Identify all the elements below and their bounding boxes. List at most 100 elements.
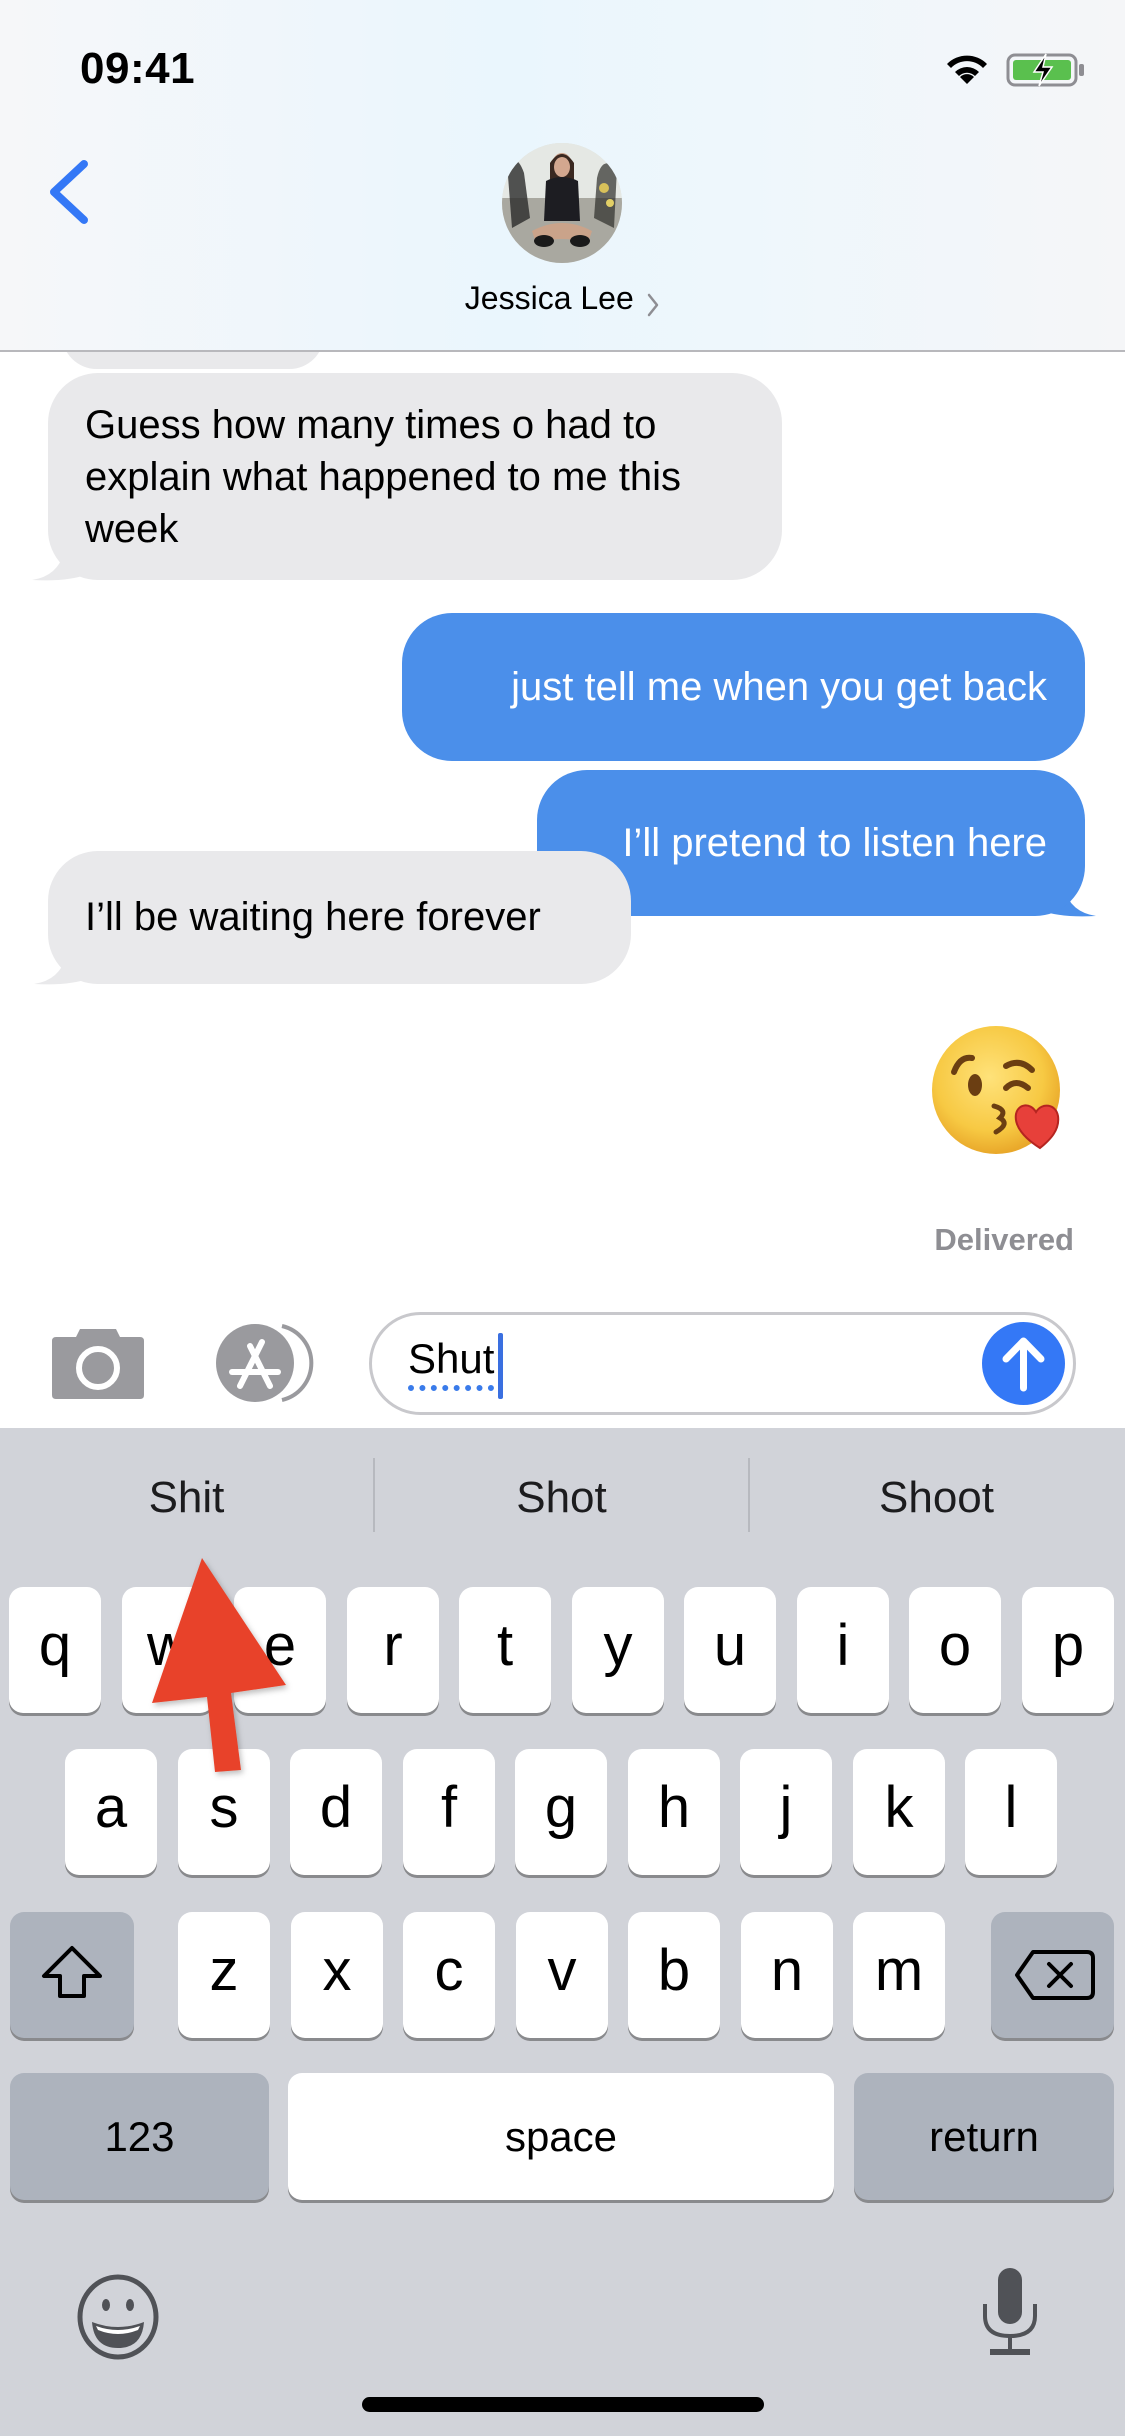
key-label: w — [147, 1613, 189, 1678]
contact-name-button[interactable]: Jessica Lee — [0, 280, 1125, 318]
key-label: x — [322, 1938, 352, 2003]
microphone-icon — [983, 2268, 1037, 2355]
key-label: i — [836, 1613, 850, 1678]
back-button[interactable] — [40, 150, 100, 235]
key-w[interactable]: w — [122, 1587, 214, 1713]
suggestion-shoot[interactable]: Shoot — [750, 1458, 1123, 1538]
key-l[interactable]: l — [965, 1749, 1057, 1875]
key-n[interactable]: n — [741, 1912, 833, 2038]
key-u[interactable]: u — [684, 1587, 776, 1713]
key-label: h — [657, 1775, 691, 1840]
key-f[interactable]: f — [403, 1749, 495, 1875]
key-label: j — [779, 1775, 793, 1840]
key-m[interactable]: m — [853, 1912, 945, 2038]
dictation-button[interactable] — [975, 2266, 1045, 2360]
shift-icon — [42, 1946, 102, 1998]
key-r[interactable]: r — [347, 1587, 439, 1713]
key-label: f — [440, 1775, 458, 1840]
app-store-button[interactable] — [210, 1322, 320, 1404]
key-q[interactable]: q — [9, 1587, 101, 1713]
key-label: s — [209, 1775, 239, 1840]
numbers-key[interactable]: 123 — [10, 2073, 269, 2200]
key-g[interactable]: g — [515, 1749, 607, 1875]
key-s[interactable]: s — [178, 1749, 270, 1875]
chevron-right-icon — [647, 293, 659, 317]
camera-icon — [52, 1329, 144, 1399]
key-i[interactable]: i — [797, 1587, 889, 1713]
arrow-up-icon — [1002, 1337, 1045, 1392]
numbers-key-label: 123 — [104, 2113, 175, 2160]
message-outgoing[interactable]: just tell me when you get back — [402, 613, 1085, 761]
message-text-line: Guess how many times o had to — [85, 403, 657, 447]
key-label: t — [496, 1613, 514, 1678]
space-key-label: space — [504, 2113, 618, 2160]
key-label: k — [884, 1775, 914, 1840]
message-text-line: explain what happened to me this — [85, 455, 681, 499]
key-label: d — [319, 1775, 353, 1840]
delete-backspace-icon — [1015, 1950, 1095, 2000]
status-time: 09:41 — [80, 44, 196, 93]
message-text: just tell me when you get back — [511, 665, 1047, 709]
key-label: b — [657, 1938, 691, 2003]
key-h[interactable]: h — [628, 1749, 720, 1875]
message-text-line: week — [85, 507, 179, 551]
suggestion-shit[interactable]: Shit — [0, 1458, 373, 1538]
emoji-keyboard-button[interactable] — [74, 2272, 162, 2362]
contact-name: Jessica Lee — [464, 280, 634, 316]
contact-avatar[interactable] — [502, 143, 622, 263]
key-d[interactable]: d — [290, 1749, 382, 1875]
face-blowing-kiss-emoji[interactable] — [928, 1022, 1074, 1162]
shift-key[interactable] — [10, 1912, 134, 2038]
key-label: m — [874, 1938, 924, 2003]
key-p[interactable]: p — [1022, 1587, 1114, 1713]
key-label: q — [38, 1613, 72, 1678]
key-label: g — [544, 1775, 578, 1840]
key-label: r — [383, 1613, 403, 1678]
key-z[interactable]: z — [178, 1912, 270, 2038]
key-x[interactable]: x — [291, 1912, 383, 2038]
home-indicator[interactable] — [362, 2397, 764, 2412]
key-label: u — [713, 1613, 747, 1678]
delete-key[interactable] — [991, 1912, 1114, 2038]
app-store-icon — [216, 1324, 314, 1402]
contact-photo — [502, 143, 622, 263]
message-input[interactable]: Shut — [369, 1312, 1076, 1415]
suggestion-shot[interactable]: Shot — [375, 1458, 748, 1538]
return-key-label: return — [929, 2113, 1039, 2160]
key-y[interactable]: y — [572, 1587, 664, 1713]
message-input-text: Shut — [408, 1335, 495, 1391]
key-label: p — [1051, 1613, 1085, 1678]
key-label: c — [434, 1938, 464, 2003]
key-v[interactable]: v — [516, 1912, 608, 2038]
key-b[interactable]: b — [628, 1912, 720, 2038]
key-e[interactable]: e — [234, 1587, 326, 1713]
send-button[interactable] — [982, 1322, 1065, 1405]
message-incoming[interactable]: Guess how many times o had to explain wh… — [48, 373, 782, 580]
key-label: z — [209, 1938, 239, 2003]
text-cursor — [498, 1333, 503, 1399]
message-incoming[interactable]: I’ll be waiting here forever — [48, 851, 631, 984]
key-label: v — [547, 1938, 577, 2003]
delivery-status: Delivered — [934, 1222, 1074, 1257]
key-label: a — [94, 1775, 128, 1840]
key-t[interactable]: t — [459, 1587, 551, 1713]
emoji-keyboard-icon — [77, 2274, 159, 2360]
key-label: e — [263, 1613, 297, 1678]
key-o[interactable]: o — [909, 1587, 1001, 1713]
message-text: I’ll pretend to listen here — [622, 821, 1047, 865]
key-a[interactable]: a — [65, 1749, 157, 1875]
message-text: I’ll be waiting here forever — [85, 895, 541, 939]
key-j[interactable]: j — [740, 1749, 832, 1875]
camera-button[interactable] — [50, 1325, 146, 1401]
keyboard: Shit Shot Shoot q w e r t y u i o p a s d f g h j k l z x c… — [0, 1428, 1125, 2436]
key-label: y — [603, 1613, 633, 1678]
key-k[interactable]: k — [853, 1749, 945, 1875]
wifi-icon — [947, 55, 987, 84]
space-key[interactable]: space — [288, 2073, 834, 2200]
key-label: o — [938, 1613, 972, 1678]
key-label: n — [770, 1938, 804, 2003]
return-key[interactable]: return — [854, 2073, 1114, 2200]
key-label: l — [1004, 1775, 1018, 1840]
conversation-header: 09:41 Jessica Lee — [0, 0, 1125, 352]
key-c[interactable]: c — [403, 1912, 495, 2038]
